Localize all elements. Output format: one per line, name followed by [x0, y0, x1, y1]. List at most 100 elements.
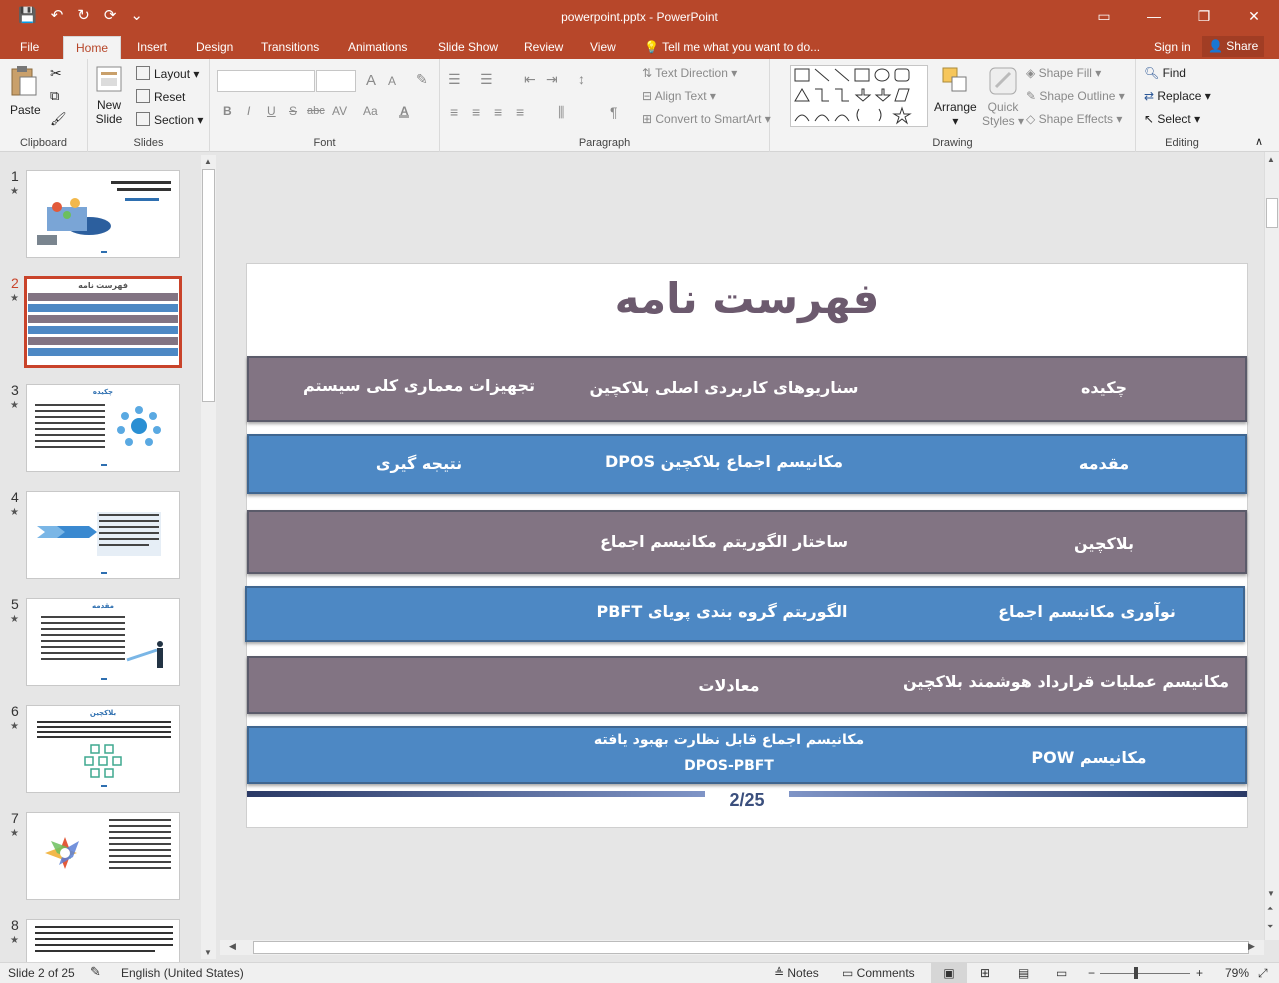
- share-button[interactable]: 👤 Share: [1202, 36, 1265, 57]
- align-left-icon[interactable]: ≡: [450, 104, 458, 120]
- slide-thumbnail-3[interactable]: چکیده: [26, 384, 180, 472]
- slide-sorter-icon[interactable]: ⊞: [980, 966, 990, 980]
- zoom-out-icon[interactable]: −: [1088, 966, 1095, 980]
- slide-thumbnail-2[interactable]: فهرست نامه: [24, 276, 182, 368]
- find-button[interactable]: 🔍︎ Find: [1144, 66, 1186, 80]
- minimize-icon[interactable]: —: [1129, 0, 1179, 32]
- ribbon-display-options-icon[interactable]: ▭: [1079, 0, 1129, 32]
- close-icon[interactable]: ✕: [1229, 0, 1279, 32]
- character-spacing-button[interactable]: AV: [332, 104, 347, 118]
- fit-to-window-icon[interactable]: ⤢: [1258, 966, 1268, 981]
- tab-transitions[interactable]: Transitions: [261, 40, 319, 54]
- paste-button[interactable]: Paste: [10, 65, 41, 117]
- align-text-button[interactable]: ⊟ Align Text ▾: [642, 89, 716, 103]
- underline-button[interactable]: U: [267, 104, 276, 118]
- numbering-icon[interactable]: ☰: [480, 71, 493, 88]
- scroll-down-icon[interactable]: ▼: [1267, 889, 1275, 898]
- scroll-up-icon[interactable]: ▲: [1267, 155, 1275, 164]
- strikethrough-button[interactable]: S: [289, 104, 297, 118]
- rtl-direction-icon[interactable]: ¶: [610, 104, 618, 120]
- section-button[interactable]: Section ▾: [136, 112, 203, 127]
- toc-row[interactable]: مکانیسم عملیات قرارداد هوشمند بلاکچین مع…: [247, 656, 1247, 714]
- format-painter-icon[interactable]: 🖌: [50, 111, 67, 127]
- slide-thumbnail-6[interactable]: بلاکچین: [26, 705, 180, 793]
- slide-thumbnail-1[interactable]: [26, 170, 180, 258]
- replace-button[interactable]: ⇄ Replace ▾: [1144, 89, 1211, 103]
- reading-view-icon[interactable]: ▤: [1018, 966, 1029, 980]
- toc-row[interactable]: نوآوری مکانیسم اجماع الگوریتم گروه بندی …: [245, 586, 1245, 642]
- language-indicator[interactable]: English (United States): [121, 966, 244, 980]
- shrink-font-button[interactable]: A: [388, 74, 396, 88]
- scroll-up-icon[interactable]: ▲: [204, 157, 212, 166]
- columns-icon[interactable]: ⫼: [558, 104, 564, 121]
- toc-row[interactable]: بلاکچین ساختار الگوریتم مکانیسم اجماع: [247, 510, 1247, 574]
- zoom-slider[interactable]: [1100, 967, 1190, 979]
- previous-slide-icon[interactable]: ⏶: [1267, 904, 1273, 914]
- tab-view[interactable]: View: [590, 40, 616, 54]
- slide-show-icon[interactable]: ▭: [1056, 966, 1067, 980]
- grow-font-button[interactable]: A: [366, 72, 376, 89]
- change-case-button[interactable]: Aa: [363, 104, 378, 118]
- scroll-right-icon[interactable]: ▶: [1248, 941, 1255, 952]
- slide-thumbnail-8[interactable]: [26, 919, 180, 962]
- zoom-level[interactable]: 79%: [1225, 966, 1249, 980]
- justify-icon[interactable]: ≡: [516, 104, 524, 120]
- spell-check-icon[interactable]: ✎: [90, 964, 101, 980]
- line-spacing-icon[interactable]: ↕: [578, 71, 585, 87]
- align-center-icon[interactable]: ≡: [472, 104, 480, 120]
- notes-button[interactable]: ≜ Notes: [774, 966, 819, 980]
- copy-icon[interactable]: ⧉: [50, 88, 59, 104]
- tab-review[interactable]: Review: [524, 40, 563, 54]
- tab-animations[interactable]: Animations: [348, 40, 407, 54]
- toc-row[interactable]: مقدمه مکانیسم اجماع بلاکچین DPOS نتیجه گ…: [247, 434, 1247, 494]
- thumbnail-scrollbar[interactable]: ▲ ▼: [201, 155, 216, 959]
- shape-outline-button[interactable]: ✎ Shape Outline ▾: [1026, 89, 1125, 103]
- decrease-indent-icon[interactable]: ⇤: [524, 71, 536, 88]
- shadow-button[interactable]: abc: [307, 105, 325, 117]
- font-size-box[interactable]: [316, 70, 356, 92]
- new-slide-button[interactable]: New Slide: [94, 63, 124, 126]
- tab-slide-show[interactable]: Slide Show: [438, 40, 498, 54]
- reset-button[interactable]: Reset: [136, 89, 185, 104]
- quick-styles-button[interactable]: Quick Styles ▾: [982, 65, 1024, 128]
- slide-canvas[interactable]: فهرست نامه چکیده سناریوهای کاربردی اصلی …: [245, 263, 1248, 828]
- font-name-box[interactable]: [217, 70, 315, 92]
- normal-view-icon[interactable]: ▣: [931, 963, 967, 983]
- tab-design[interactable]: Design: [196, 40, 233, 54]
- editor-horizontal-scrollbar[interactable]: ◀ ▶: [220, 940, 1264, 955]
- scroll-left-icon[interactable]: ◀: [229, 941, 236, 952]
- tab-home[interactable]: Home: [63, 36, 122, 59]
- cut-icon[interactable]: ✂: [50, 65, 62, 82]
- bold-button[interactable]: B: [223, 104, 232, 118]
- select-button[interactable]: ↖ Select ▾: [1144, 112, 1200, 126]
- bullets-icon[interactable]: ☰: [448, 71, 461, 88]
- text-direction-button[interactable]: ⇅ Text Direction ▾: [642, 66, 737, 80]
- font-color-button[interactable]: A: [398, 104, 409, 118]
- thumbnail-scroll-thumb[interactable]: [202, 169, 215, 402]
- slide-thumbnail-4[interactable]: [26, 491, 180, 579]
- slide-thumbnail-5[interactable]: مقدمه: [26, 598, 180, 686]
- editor-vertical-scrollbar[interactable]: ▲ ▼ ⏶ ⏷: [1264, 152, 1279, 940]
- slide-thumbnail-7[interactable]: [26, 812, 180, 900]
- restore-icon[interactable]: ❐: [1179, 0, 1229, 32]
- clear-formatting-icon[interactable]: ✎: [416, 71, 428, 88]
- shape-effects-button[interactable]: ◇ Shape Effects ▾: [1026, 112, 1122, 126]
- tab-insert[interactable]: Insert: [137, 40, 167, 54]
- next-slide-icon[interactable]: ⏷: [1267, 922, 1273, 932]
- collapse-ribbon-icon[interactable]: ∧: [1255, 135, 1263, 148]
- align-right-icon[interactable]: ≡: [494, 104, 502, 120]
- zoom-slider-handle[interactable]: [1134, 967, 1138, 979]
- convert-smartart-button[interactable]: ⊞ Convert to SmartArt ▾: [642, 112, 771, 126]
- zoom-in-icon[interactable]: +: [1196, 966, 1203, 980]
- sign-in-link[interactable]: Sign in: [1154, 40, 1191, 54]
- comments-button[interactable]: ▭ Comments: [842, 966, 915, 980]
- tab-file[interactable]: File: [20, 40, 39, 54]
- increase-indent-icon[interactable]: ⇥: [546, 71, 558, 88]
- arrange-button[interactable]: Arrange ▾: [934, 65, 977, 128]
- scroll-down-icon[interactable]: ▼: [204, 948, 212, 957]
- layout-button[interactable]: Layout ▾: [136, 66, 199, 81]
- shape-fill-button[interactable]: ◈ Shape Fill ▾: [1026, 66, 1101, 80]
- editor-scroll-thumb[interactable]: [1266, 198, 1278, 228]
- tell-me-box[interactable]: 💡 Tell me what you want to do...: [644, 40, 820, 54]
- toc-row[interactable]: چکیده سناریوهای کاربردی اصلی بلاکچین تجه…: [247, 356, 1247, 422]
